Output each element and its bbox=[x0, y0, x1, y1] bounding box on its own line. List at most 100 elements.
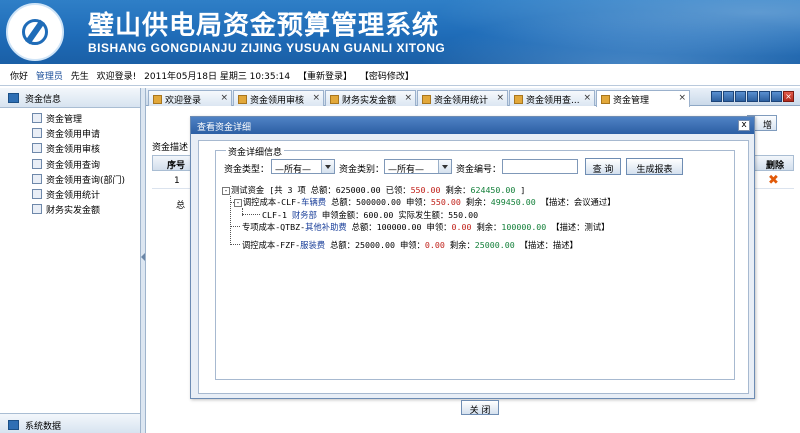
sidebar-item-label: 资金领用统计 bbox=[46, 190, 101, 201]
system-subtitle: BISHANG GONGDIANJU ZIJING YUSUAN GUANLI … bbox=[88, 41, 446, 55]
tab-menu-icon[interactable] bbox=[711, 91, 722, 102]
total-label: 总 bbox=[176, 201, 186, 211]
node-total-label: 总额： bbox=[330, 240, 355, 250]
node-claim-value: 0.00 bbox=[451, 222, 472, 232]
sidebar-item-fund-stats[interactable]: 资金领用统计 bbox=[32, 188, 140, 203]
tab-icon bbox=[422, 95, 431, 104]
query-button[interactable]: 查 询 bbox=[585, 158, 621, 175]
sidebar-item-finance-actual[interactable]: 财务实发金额 bbox=[32, 203, 140, 218]
node-claim-label: 申领： bbox=[426, 222, 452, 232]
node-desc-value: 描述】 bbox=[552, 240, 578, 250]
last-tab-icon[interactable] bbox=[759, 91, 770, 102]
node-desc-label: 【描述： bbox=[540, 197, 574, 207]
prev-tab-icon[interactable] bbox=[735, 91, 746, 102]
sidebar-section-header[interactable]: 资金信息 bbox=[0, 88, 140, 108]
company-logo bbox=[6, 3, 64, 61]
user-bar: 你好 管理员 先生 欢迎登录! 2011年05月18日 星期三 10:35:14… bbox=[0, 64, 800, 86]
tree-node-other-subsidy[interactable]: 专项成本-QTBZ-其他补助费 总额：100000.00 申领：0.00 剩余：… bbox=[242, 221, 609, 233]
tab-welcome[interactable]: 欢迎登录 × bbox=[148, 90, 232, 106]
tab-finance-actual[interactable]: 财务实发金额 × bbox=[325, 90, 416, 106]
sidebar-item-fund-query[interactable]: 资金领用查询 bbox=[32, 158, 140, 173]
node-desc-label: 【描述： bbox=[519, 240, 553, 250]
dialog-close-icon[interactable]: x bbox=[738, 120, 750, 131]
tree-connector bbox=[230, 244, 240, 245]
sidebar-item-fund-management[interactable]: 资金管理 bbox=[32, 112, 140, 127]
node-remain-label: 剩余： bbox=[476, 222, 502, 232]
chevron-down-icon bbox=[321, 160, 334, 173]
tab-close-icon[interactable]: × bbox=[496, 93, 504, 103]
collapse-arrow-icon[interactable] bbox=[141, 253, 145, 261]
node-claim-value: 550.00 bbox=[430, 197, 461, 207]
first-tab-icon[interactable] bbox=[723, 91, 734, 102]
delete-icon[interactable]: ✖ bbox=[768, 174, 779, 187]
sidebar-item-fund-apply[interactable]: 资金领用申请 bbox=[32, 127, 140, 142]
fund-detail-fieldset: 资金详细信息 资金类型： —所有— 资金类别： —所有— 资金编号： 查 询 生… bbox=[215, 145, 735, 380]
fund-code-input[interactable] bbox=[502, 159, 578, 174]
tree-subnode-clf1[interactable]: CLF-1 财务部 申领金额：600.00 实际发生额：550.00 bbox=[262, 209, 478, 221]
root-remain-value: 624450.00 bbox=[470, 185, 516, 195]
monitor-icon bbox=[8, 420, 19, 430]
sidebar-item-label: 资金管理 bbox=[46, 115, 83, 125]
node-desc-value: 会议通过】 bbox=[573, 197, 616, 207]
tab-close-icon[interactable]: × bbox=[312, 93, 320, 103]
sidebar-footer-section[interactable]: 系统数据 bbox=[0, 413, 140, 433]
header-banner: 璧山供电局资金预算管理系统 BISHANG GONGDIANJU ZIJING … bbox=[0, 0, 800, 64]
root-close-bracket: ] bbox=[520, 185, 526, 195]
subnode-code: CLF-1 bbox=[262, 210, 287, 220]
fund-category-select[interactable]: —所有— bbox=[384, 159, 452, 175]
fieldset-legend: 资金详细信息 bbox=[226, 145, 285, 158]
tab-icon bbox=[153, 95, 162, 104]
sidebar-item-fund-query-dept[interactable]: 资金领用查询(部门) bbox=[32, 173, 140, 188]
change-password-link[interactable]: 【密码修改】 bbox=[360, 72, 414, 82]
relogin-link[interactable]: 【重新登录】 bbox=[298, 72, 352, 82]
next-tab-icon[interactable] bbox=[747, 91, 758, 102]
close-button[interactable]: 关 闭 bbox=[461, 400, 499, 416]
tree-connector bbox=[230, 226, 240, 227]
document-icon bbox=[32, 204, 42, 215]
close-all-icon[interactable]: × bbox=[783, 91, 794, 102]
sidebar-item-fund-review[interactable]: 资金领用审核 bbox=[32, 142, 140, 157]
tab-fund-stats[interactable]: 资金领用统计 × bbox=[417, 90, 508, 106]
sidebar-section-title: 资金信息 bbox=[25, 95, 62, 105]
node-claim-label: 申领： bbox=[399, 240, 425, 250]
subnode-actual-value: 550.00 bbox=[448, 210, 479, 220]
tab-icon bbox=[330, 95, 339, 104]
fund-detail-dialog: 查看资金详细 x 资金详细信息 资金类型： —所有— 资金类别： —所有— 资金… bbox=[190, 116, 755, 416]
honorific-text: 先生 bbox=[70, 72, 89, 82]
node-desc-value: 测试】 bbox=[584, 222, 610, 232]
collapse-toggle-icon[interactable]: - bbox=[234, 199, 242, 207]
generate-report-button[interactable]: 生成报表 bbox=[626, 158, 683, 175]
collapse-toggle-icon[interactable]: - bbox=[222, 187, 230, 195]
root-total-label: 总额： bbox=[310, 185, 336, 195]
tab-close-icon[interactable]: × bbox=[404, 93, 412, 103]
node-remain-label: 剩余： bbox=[449, 240, 475, 250]
document-icon bbox=[32, 128, 42, 139]
tab-fund-management[interactable]: 资金管理 × bbox=[596, 90, 690, 107]
node-name: 服装费 bbox=[300, 240, 326, 250]
tab-fund-query[interactable]: 资金领用查... × bbox=[509, 90, 595, 106]
fund-category-label: 资金类别： bbox=[339, 165, 385, 175]
sidebar-item-label: 资金领用审核 bbox=[46, 145, 101, 156]
tree-root-node[interactable]: - 测试资金 [共 3 项 总额：625000.00 已领：550.00 剩余：6… bbox=[222, 184, 525, 196]
tab-close-icon[interactable]: × bbox=[583, 93, 591, 103]
refresh-icon[interactable] bbox=[771, 91, 782, 102]
node-desc-label: 【描述： bbox=[551, 222, 585, 232]
subnode-apply-label: 申领金额： bbox=[321, 210, 364, 220]
tab-label: 资金领用查... bbox=[526, 96, 580, 106]
tab-label: 欢迎登录 bbox=[165, 96, 202, 106]
tab-fund-review[interactable]: 资金领用审核 × bbox=[233, 90, 324, 106]
document-icon bbox=[32, 113, 42, 123]
fund-category-value: —所有— bbox=[388, 165, 425, 175]
tree-node-vehicle[interactable]: - 调控成本-CLF-车辆费 总额：500000.00 申领：550.00 剩余：… bbox=[234, 196, 615, 208]
document-icon bbox=[32, 143, 42, 154]
tree-node-clothing[interactable]: 调控成本-FZF-服装费 总额：25000.00 申领：0.00 剩余：2500… bbox=[242, 239, 578, 251]
tab-close-icon[interactable]: × bbox=[220, 93, 228, 103]
dialog-titlebar[interactable]: 查看资金详细 x bbox=[191, 117, 754, 134]
sidebar-item-label: 财务实发金额 bbox=[46, 206, 101, 217]
tab-close-icon[interactable]: × bbox=[678, 93, 686, 103]
fund-type-select[interactable]: —所有— bbox=[271, 159, 335, 175]
document-icon bbox=[32, 158, 42, 169]
sidebar-item-label: 资金领用查询(部门) bbox=[46, 175, 126, 186]
tab-label: 财务实发金额 bbox=[342, 96, 397, 106]
document-icon bbox=[32, 188, 42, 199]
